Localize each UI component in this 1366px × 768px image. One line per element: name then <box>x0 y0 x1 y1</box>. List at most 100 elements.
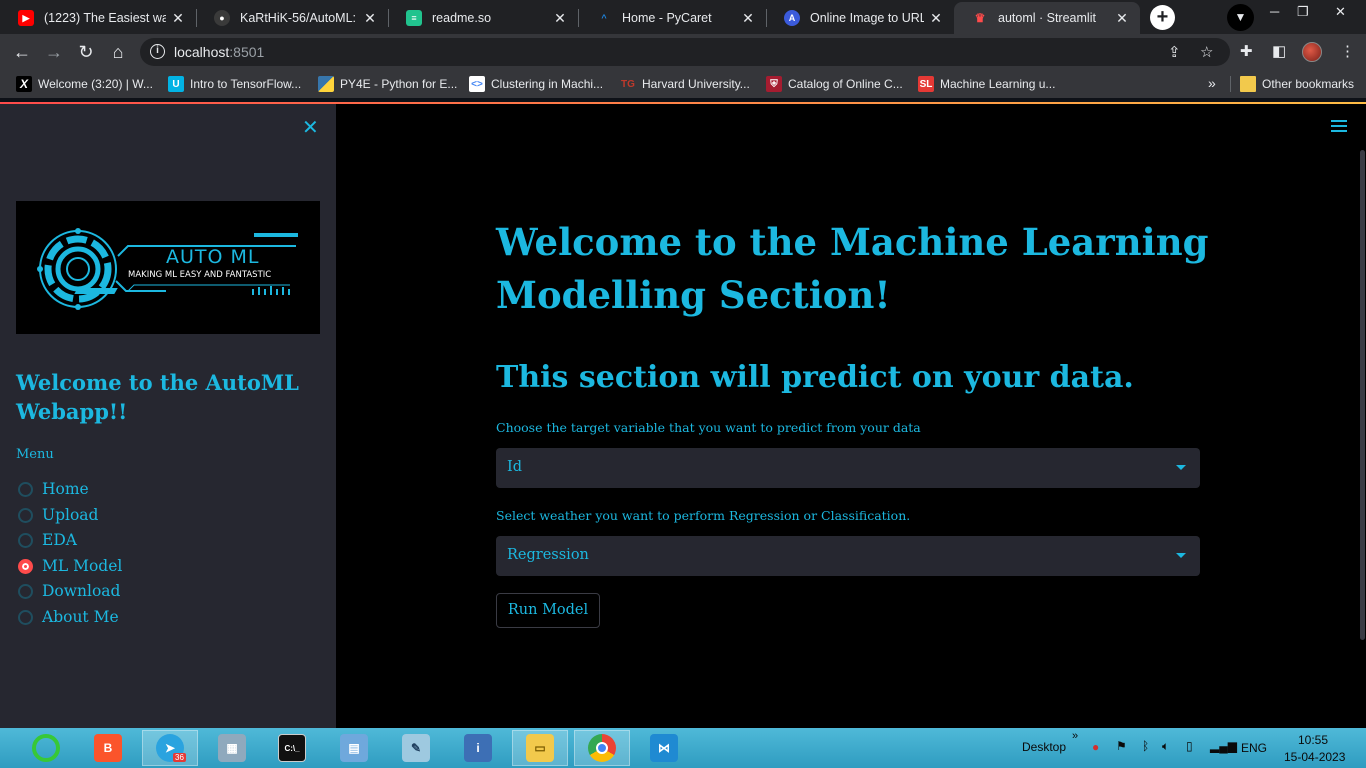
radio-label[interactable]: ML Model <box>42 557 122 575</box>
reload-icon[interactable]: ↻ <box>74 40 98 64</box>
taskbar-telegram[interactable]: ➤ 36 <box>142 730 198 766</box>
new-tab-button[interactable]: + <box>1150 5 1175 30</box>
bluetooth-icon[interactable]: ᛒ <box>1142 739 1149 753</box>
back-icon[interactable]: ← <box>10 40 34 64</box>
bookmark-item[interactable]: TG Harvard University... <box>620 76 750 92</box>
chevron-down-icon[interactable] <box>1176 465 1186 470</box>
menu-radio-home[interactable]: Home <box>18 480 89 498</box>
desktop-label[interactable]: Desktop <box>1022 740 1066 754</box>
browser-tab-6-active[interactable]: ♛ automl · Streamlit ✕ <box>954 2 1140 34</box>
other-bookmarks-folder[interactable]: Other bookmarks <box>1240 76 1354 92</box>
scrollbar[interactable] <box>1360 150 1365 640</box>
flag-icon[interactable]: ⚑ <box>1116 739 1127 753</box>
minimize-icon[interactable]: ─ <box>1270 4 1279 19</box>
menu-radio-upload[interactable]: Upload <box>18 506 98 524</box>
browser-tab-4[interactable]: ^ Home - PyCaret ✕ <box>578 2 766 34</box>
menu-radio-ml-model[interactable]: ML Model <box>18 557 122 575</box>
bookmark-item[interactable]: X Welcome (3:20) | W... <box>16 76 153 92</box>
tab-title: (1223) The Easiest way t <box>44 11 166 25</box>
radio-label[interactable]: EDA <box>42 531 77 549</box>
site-info-icon[interactable]: i <box>150 44 165 59</box>
taskbar-control-panel[interactable]: ▤ <box>326 730 382 766</box>
radio-circle[interactable] <box>18 481 33 497</box>
more-bookmarks-icon[interactable]: » <box>1208 75 1216 91</box>
target-variable-select[interactable]: Id <box>496 448 1200 488</box>
close-tab-icon[interactable]: ✕ <box>1114 10 1130 27</box>
bookmark-item[interactable]: SL Machine Learning u... <box>918 76 1055 92</box>
language-indicator[interactable]: ENG <box>1241 741 1267 755</box>
radio-circle[interactable] <box>18 507 33 523</box>
run-model-button[interactable]: Run Model <box>496 593 600 628</box>
battery-icon[interactable]: ▯ <box>1186 739 1193 753</box>
close-window-icon[interactable]: ✕ <box>1335 4 1346 20</box>
radio-label[interactable]: Download <box>42 582 120 600</box>
menu-label: Menu <box>16 447 54 462</box>
page-subheading: This section will predict on your data. <box>496 360 1134 395</box>
security-icon[interactable]: ● <box>1092 740 1099 754</box>
radio-circle[interactable] <box>18 532 33 548</box>
file-explorer-icon: ▭ <box>526 734 554 762</box>
bookmark-item[interactable]: <> Clustering in Machi... <box>469 76 603 92</box>
bookmark-item[interactable]: ⛨ Catalog of Online C... <box>766 76 903 92</box>
network-icon[interactable]: ▂▄▆ <box>1210 739 1237 753</box>
start-button[interactable] <box>18 730 74 766</box>
close-tab-icon[interactable]: ✕ <box>928 10 944 27</box>
taskbar-info[interactable]: i <box>450 730 506 766</box>
close-sidebar-icon[interactable]: ✕ <box>302 118 319 138</box>
taskbar-monitor[interactable]: ▦ <box>204 730 260 766</box>
close-tab-icon[interactable]: ✕ <box>740 10 756 27</box>
menu-radio-eda[interactable]: EDA <box>18 531 77 549</box>
taskbar-vscode[interactable]: ⋈ <box>636 730 692 766</box>
radio-circle[interactable] <box>18 609 33 625</box>
radio-label[interactable]: About Me <box>42 608 119 626</box>
telegram-badge: 36 <box>173 753 186 762</box>
x-icon: X <box>16 76 32 92</box>
harvard-icon: ⛨ <box>766 76 782 92</box>
bookmark-star-icon[interactable]: ☆ <box>1200 43 1213 61</box>
browser-tab-2[interactable]: ● KaRtHiK-56/AutoML: Th ✕ <box>196 2 388 34</box>
menu-radio-about-me[interactable]: About Me <box>18 608 119 626</box>
taskbar-notepad[interactable]: ✎ <box>388 730 444 766</box>
address-bar[interactable]: i localhost:8501 ⇪ ☆ <box>140 38 1230 66</box>
bookmark-label: Intro to TensorFlow... <box>190 77 302 91</box>
taskbar-chrome[interactable] <box>574 730 630 766</box>
select-value: Id <box>507 459 523 475</box>
close-tab-icon[interactable]: ✕ <box>170 10 186 27</box>
share-icon[interactable]: ⇪ <box>1168 43 1181 61</box>
taskbar-brave[interactable]: B <box>80 730 136 766</box>
volume-icon[interactable]: 🔈︎ <box>1162 739 1169 754</box>
extensions-icon[interactable]: ✚ <box>1240 42 1253 60</box>
tab-search-icon[interactable]: ▼ <box>1227 4 1254 31</box>
clock-time[interactable]: 10:55 <box>1298 733 1328 747</box>
side-panel-icon[interactable]: ◧ <box>1272 42 1286 60</box>
taskbar-cmd[interactable]: C:\_ <box>264 730 320 766</box>
google-dev-icon: <> <box>469 76 485 92</box>
url-text[interactable]: localhost:8501 <box>174 44 264 60</box>
radio-label[interactable]: Home <box>42 480 89 498</box>
restore-icon[interactable]: ❐ <box>1297 4 1309 20</box>
desktop-chevron-icon[interactable]: » <box>1072 730 1078 742</box>
home-icon[interactable]: ⌂ <box>106 40 130 64</box>
close-tab-icon[interactable]: ✕ <box>552 10 568 27</box>
bookmark-item[interactable]: U Intro to TensorFlow... <box>168 76 301 92</box>
logo-title: AUTO ML <box>166 246 260 268</box>
control-panel-icon: ▤ <box>340 734 368 762</box>
clock-date[interactable]: 15-04-2023 <box>1284 750 1345 764</box>
menu-radio-download[interactable]: Download <box>18 582 120 600</box>
hamburger-menu-icon[interactable] <box>1331 120 1347 132</box>
streamlit-icon: ♛ <box>974 11 986 25</box>
kebab-menu-icon[interactable]: ⋮ <box>1340 42 1355 60</box>
bookmark-item[interactable]: PY4E - Python for E... <box>318 76 457 92</box>
taskbar-file-explorer[interactable]: ▭ <box>512 730 568 766</box>
chevron-down-icon[interactable] <box>1176 553 1186 558</box>
browser-tab-5[interactable]: A Online Image to URL Co ✕ <box>766 2 954 34</box>
browser-tab-1[interactable]: ▶ (1223) The Easiest way t ✕ <box>0 2 196 34</box>
close-tab-icon[interactable]: ✕ <box>362 10 378 27</box>
task-type-select[interactable]: Regression <box>496 536 1200 576</box>
radio-circle-selected[interactable] <box>18 558 33 574</box>
browser-tab-3[interactable]: ≡ readme.so ✕ <box>388 2 578 34</box>
forward-icon[interactable]: → <box>42 40 66 64</box>
profile-avatar[interactable] <box>1302 42 1322 62</box>
radio-circle[interactable] <box>18 583 33 599</box>
radio-label[interactable]: Upload <box>42 506 98 524</box>
